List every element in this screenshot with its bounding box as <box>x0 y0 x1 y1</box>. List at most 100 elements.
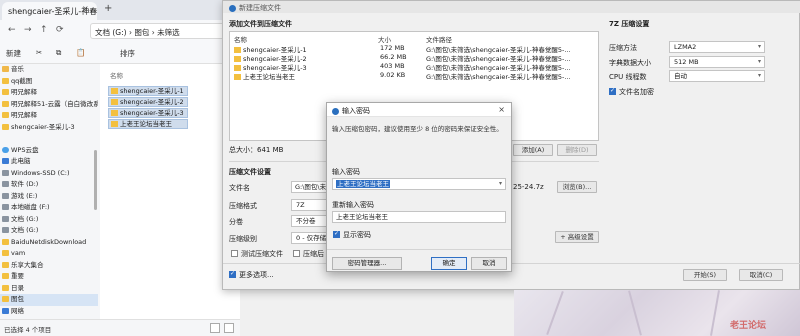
status-bar: 已选择 4 个项目 <box>0 319 240 336</box>
sort-button[interactable]: 排序 <box>120 48 135 59</box>
dictionary-select[interactable]: 512 MB ▾ <box>669 56 765 68</box>
sidebar-item[interactable]: 此电脑 <box>0 156 98 168</box>
address-bar[interactable]: 文档 (G:) › 图包 › 未筛选 <box>90 23 240 39</box>
breadcrumb-folder[interactable]: 图包 <box>134 28 149 37</box>
tiles-view-icon[interactable] <box>224 323 234 333</box>
new-button[interactable]: 新建 <box>6 48 21 59</box>
folder-icon <box>2 296 9 302</box>
sidebar-item[interactable]: BaiduNetdiskDownload <box>0 237 98 249</box>
archive-row[interactable]: shengcaier-圣采儿-3 403 MB G:\图包\未筛选\shengc… <box>230 62 598 72</box>
folder-icon <box>111 110 118 116</box>
password-input[interactable]: 上老王论坛当老王 ▾ <box>332 178 506 190</box>
sidebar-scrollbar[interactable] <box>94 150 97 210</box>
more-options-checkbox[interactable] <box>229 270 236 278</box>
row-name: 上老王论坛当老王 <box>234 71 295 81</box>
sidebar-item[interactable]: 图包 <box>0 294 98 306</box>
advanced-settings-button[interactable]: + 高级设置 <box>555 231 599 243</box>
sidebar-item[interactable]: 本地磁盘 (F:) <box>0 202 98 214</box>
folder-icon <box>2 77 9 84</box>
column-header-name[interactable]: 名称 <box>234 34 247 44</box>
file-item[interactable]: shengcaier-圣采儿-1 <box>108 86 188 96</box>
column-header-name[interactable]: 名称 <box>110 70 123 80</box>
add-button[interactable]: 添加(A) <box>513 144 553 156</box>
split-select[interactable]: 不分卷 <box>291 215 329 227</box>
sidebar-item[interactable]: 明兄解释 <box>0 110 98 122</box>
method-select[interactable]: LZMA2 ▾ <box>669 41 765 53</box>
sidebar-item[interactable]: 明兄解释 <box>0 87 98 99</box>
chevron-down-icon[interactable]: ▾ <box>499 179 502 189</box>
sidebar-item[interactable]: shengcaier-圣采儿-3 <box>0 122 98 134</box>
forward-icon[interactable]: → <box>24 25 32 35</box>
breadcrumb-separator: › <box>128 28 132 37</box>
confirm-password-input[interactable]: 上老王论坛当老王 <box>332 211 506 223</box>
wallpaper-line <box>710 290 720 336</box>
sidebar-item[interactable]: 网络 <box>0 306 98 318</box>
cpu-threads-select[interactable]: 自动 ▾ <box>669 70 765 82</box>
breadcrumb-current[interactable]: 未筛选 <box>157 28 180 37</box>
new-tab-icon[interactable]: + <box>104 3 112 14</box>
encrypt-filenames-checkbox[interactable] <box>609 87 616 95</box>
sidebar-item[interactable]: 文档 (G:) <box>0 225 98 237</box>
file-item[interactable]: shengcaier-圣采儿-3 <box>108 108 188 118</box>
row-path: G:\图包\未筛选\shengcaier-圣采儿-神春觉醒5-... <box>426 73 571 81</box>
cancel-button[interactable]: 取消(C) <box>739 269 783 281</box>
back-icon[interactable]: ← <box>8 25 16 35</box>
sidebar-item-label: 软件 (D:) <box>11 180 39 188</box>
archive-row[interactable]: shengcaier-圣采儿-1 172 MB G:\图包\未筛选\shengc… <box>230 44 598 54</box>
sidebar-item[interactable]: 重要 <box>0 271 98 283</box>
sidebar-item-label: 音乐 <box>11 65 24 73</box>
sidebar-item[interactable]: vam <box>0 248 98 260</box>
details-view-icon[interactable] <box>210 323 220 333</box>
sidebar-item[interactable]: 明兄解释51-云露（自白微改系列） <box>0 99 98 111</box>
confirm-password-label: 重新输入密码 <box>332 201 374 209</box>
column-header-size[interactable]: 大小 <box>378 34 391 44</box>
sidebar-item[interactable]: WPS云盘 <box>0 145 98 157</box>
browse-button[interactable]: 浏览(B)... <box>557 181 597 193</box>
test-archive-checkbox[interactable] <box>231 250 238 257</box>
format-value: 7Z <box>296 201 305 209</box>
file-item-label: shengcaier-圣采儿-2 <box>120 98 184 106</box>
column-header-path[interactable]: 文件路径 <box>426 34 452 44</box>
cut-icon[interactable]: ✂ <box>36 48 42 57</box>
copy-icon[interactable]: ⧉ <box>56 48 61 58</box>
sidebar-item[interactable]: 游戏 (E:) <box>0 191 98 203</box>
up-icon[interactable]: ↑ <box>40 25 48 35</box>
filename-field[interactable]: G:\图包\未筛选\ <box>291 181 329 193</box>
ok-button[interactable]: 确定 <box>431 257 467 270</box>
cancel-button[interactable]: 取消 <box>471 257 507 270</box>
password-manager-button[interactable]: 密码管理器... <box>332 257 402 270</box>
sidebar-item[interactable]: qq截图 <box>0 76 98 88</box>
file-item[interactable]: 上老王论坛当老王 <box>108 119 188 129</box>
archive-row[interactable]: 上老王论坛当老王 9.02 KB G:\图包\未筛选\shengcaier-圣采… <box>230 71 598 81</box>
tab-close-icon[interactable]: × <box>82 4 89 13</box>
level-select[interactable]: 0 - 仅存储 <box>291 232 329 244</box>
close-icon[interactable]: × <box>498 105 505 114</box>
show-password-checkbox[interactable] <box>333 230 340 238</box>
sidebar-item[interactable]: 软件 (D:) <box>0 179 98 191</box>
file-item[interactable]: shengcaier-圣采儿-2 <box>108 97 188 107</box>
cloud-icon <box>2 146 9 153</box>
explorer-toolbar: 新建 ✂ ⧉ 📋 排序 <box>0 42 240 64</box>
sidebar-item-label: WPS云盘 <box>11 145 39 154</box>
sidebar-item[interactable]: 音乐 <box>0 64 98 76</box>
refresh-icon[interactable]: ⟳ <box>56 25 64 35</box>
password-title: 输入密码 <box>342 107 370 115</box>
delete-after-checkbox[interactable] <box>293 250 300 257</box>
sidebar-item[interactable]: 日录 <box>0 283 98 295</box>
chevron-down-icon: ▾ <box>757 72 761 79</box>
folder-icon <box>2 273 9 279</box>
paste-icon[interactable]: 📋 <box>76 48 85 57</box>
show-password-label: 显示密码 <box>343 231 371 239</box>
format-select[interactable]: 7Z <box>291 199 329 211</box>
archive-titlebar: 新建压缩文件 <box>223 1 800 13</box>
archive-row[interactable]: shengcaier-圣采儿-2 66.2 MB G:\图包\未筛选\sheng… <box>230 53 598 63</box>
delete-button[interactable]: 删除(D) <box>557 144 597 156</box>
folder-icon <box>2 284 9 291</box>
sidebar-item[interactable]: 文档 (G:) <box>0 214 98 226</box>
sidebar-item[interactable]: Windows-SSD (C:) <box>0 168 98 180</box>
more-options-label[interactable]: 更多选项... <box>239 270 274 280</box>
explorer-nav-bar: ← → ↑ ⟳ 文档 (G:) › 图包 › 未筛选 <box>0 20 240 42</box>
sidebar-item[interactable]: 乐享大集合 <box>0 260 98 272</box>
breadcrumb-drive[interactable]: 文档 (G:) <box>95 28 127 37</box>
start-button[interactable]: 开始(S) <box>683 269 727 281</box>
